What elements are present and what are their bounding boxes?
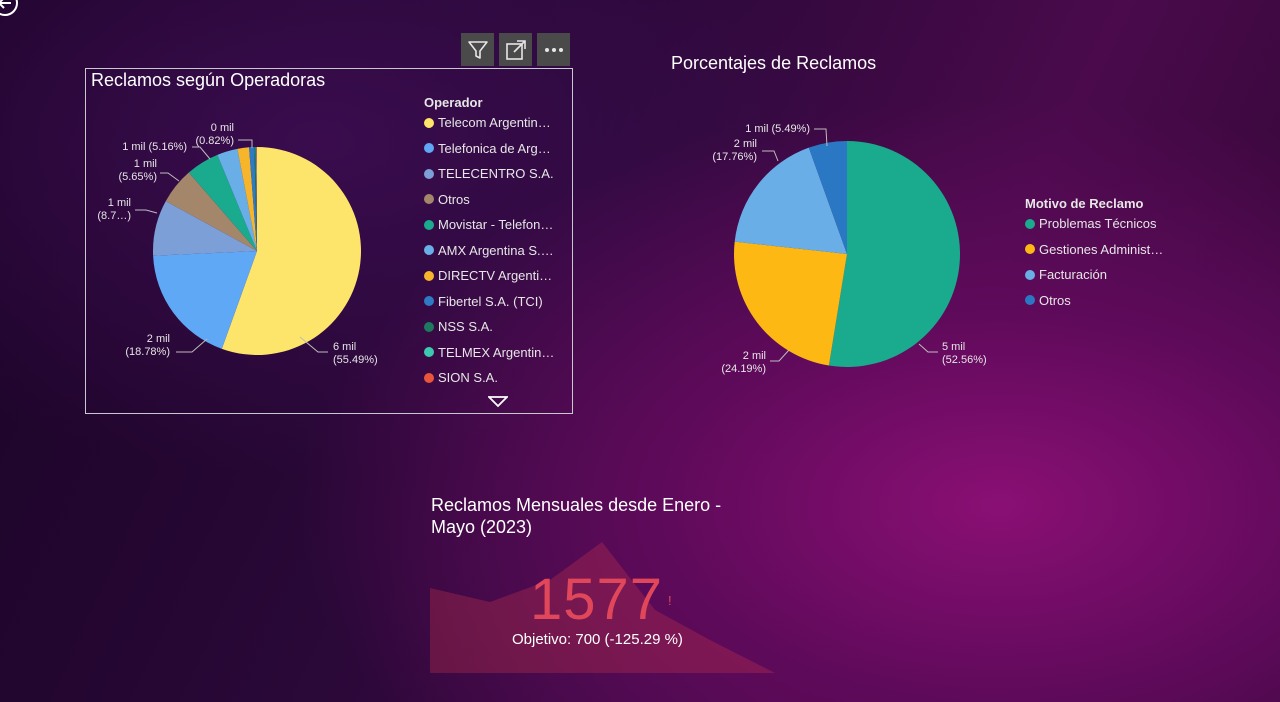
slice-data-label: 2 mil (18.78%)	[125, 333, 170, 358]
kpi-title: Reclamos Mensuales desde Enero - Mayo (2…	[431, 495, 722, 537]
slice-data-label: 1 mil (5.16%)	[122, 141, 187, 153]
label-leader-line	[135, 209, 158, 214]
operators-pie[interactable]	[153, 147, 361, 355]
pie-slice[interactable]	[828, 141, 960, 368]
slice-data-label: 1 mil (5.65%)	[118, 158, 157, 183]
label-leader-line	[762, 150, 779, 162]
slice-data-label: 2 mil (17.76%)	[712, 138, 757, 163]
label-leader-line	[238, 139, 253, 148]
slice-data-label: 1 mil (5.49%)	[745, 123, 810, 135]
reasons-pie[interactable]	[734, 141, 960, 368]
slice-data-label: 0 mil (0.82%)	[195, 122, 234, 147]
kpi-goal: Objetivo: 700 (-125.29 %)	[512, 631, 683, 648]
pie-slice[interactable]	[734, 241, 847, 366]
label-leader-line	[918, 343, 938, 353]
kpi-status-icon: !	[668, 593, 672, 608]
label-leader-line	[770, 349, 790, 362]
label-leader-line	[176, 338, 208, 353]
label-leader-line	[192, 146, 211, 160]
kpi-value: 1577	[530, 567, 664, 632]
slice-data-label: 1 mil (8.7…)	[97, 197, 131, 222]
slice-data-label: 6 mil (55.49%)	[333, 341, 378, 366]
label-leader-line	[160, 172, 180, 182]
slice-data-label: 2 mil (24.19%)	[721, 350, 766, 375]
slice-data-label: 5 mil (52.56%)	[942, 341, 987, 366]
